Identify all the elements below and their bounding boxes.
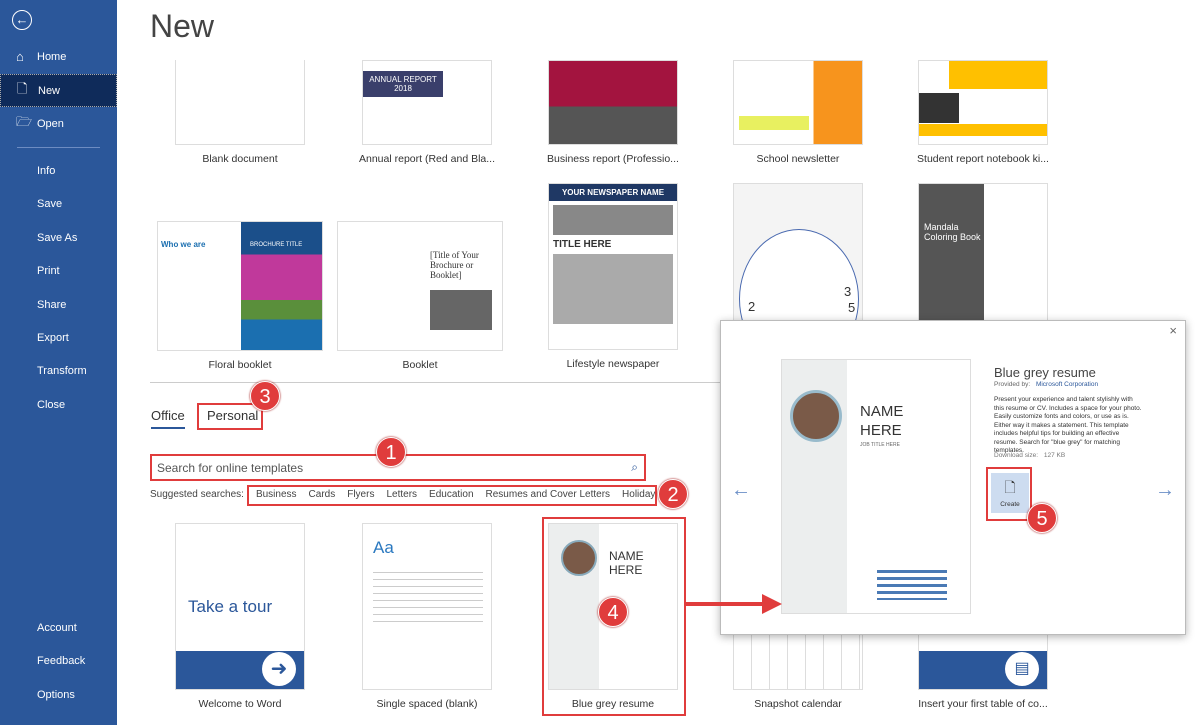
template-label: Lifestyle newspaper — [566, 358, 660, 370]
sidebar-item-open[interactable]: 🗁 Open — [0, 107, 117, 140]
template-label: Blank document — [202, 153, 278, 165]
resume-preview: NAME HERE JOB TITLE HERE — [781, 359, 971, 614]
thumb-subtitle: BROCHURE TITLE — [250, 242, 303, 248]
tab-office[interactable]: Office — [151, 408, 185, 429]
callout-2: 2 — [658, 479, 688, 509]
template-thumbnail: Who we are BROCHURE TITLE — [157, 221, 323, 351]
sidebar-item-save[interactable]: Save — [0, 187, 117, 220]
template-student-report-notebook[interactable]: Student report notebook ki... — [908, 60, 1058, 165]
thumb-title: [Title of Your Brochure or Booklet] — [430, 250, 479, 280]
template-thumbnail — [733, 60, 863, 145]
sidebar-divider — [17, 147, 100, 148]
template-lifestyle-newspaper[interactable]: YOUR NEWSPAPER NAME TITLE HERE Lifestyle n… — [538, 183, 688, 370]
calendar-number: 2 — [748, 299, 756, 314]
template-label: Business report (Professio... — [547, 153, 679, 165]
thumb-title: Who we are — [161, 240, 206, 249]
callout-box-create — [986, 467, 1032, 521]
thumb-title: Aa — [373, 538, 394, 557]
preview-job: JOB TITLE HERE — [860, 442, 900, 448]
template-blank-document[interactable]: Blank document — [165, 60, 315, 165]
sidebar-item-save-as[interactable]: Save As — [0, 221, 117, 254]
sidebar-item-export[interactable]: Export — [0, 321, 117, 354]
download-size: 127 KB — [1043, 452, 1066, 459]
dialog-title: Blue grey resume — [994, 365, 1096, 380]
thumb-title: ANNUAL REPORT 2018 — [363, 71, 443, 97]
document-icon: 🗋 — [17, 80, 28, 96]
download-size-label: Download size: — [994, 452, 1039, 459]
table-icon: ▤ — [1005, 652, 1039, 686]
sidebar-item-close[interactable]: Close — [0, 388, 117, 421]
template-label: Welcome to Word — [198, 698, 282, 710]
thumb-headline: TITLE HERE — [553, 239, 612, 250]
folder-open-icon: 🗁 — [16, 113, 33, 129]
template-thumbnail: ANNUAL REPORT 2018 — [362, 60, 492, 145]
home-icon: ⌂ — [16, 49, 24, 64]
suggested-label: Suggested searches: — [150, 489, 244, 500]
close-icon[interactable]: × — [1169, 323, 1177, 338]
template-thumbnail — [548, 60, 678, 145]
calendar-number: 3 — [844, 284, 852, 299]
callout-3: 3 — [250, 381, 280, 411]
template-label: Snapshot calendar — [754, 698, 842, 710]
callout-1: 1 — [376, 437, 406, 467]
sidebar: ← ⌂ Home 🗋 New 🗁 Open Info Save Save As Pri… — [0, 0, 117, 725]
sidebar-item-home[interactable]: ⌂ Home — [0, 40, 117, 73]
template-thumbnail: YOUR NEWSPAPER NAME TITLE HERE — [548, 183, 678, 350]
section-divider — [150, 382, 720, 383]
template-school-newsletter[interactable]: School newsletter — [723, 60, 873, 165]
next-arrow-icon[interactable]: → — [1155, 479, 1175, 502]
previous-arrow-icon[interactable]: ← — [731, 479, 751, 502]
arrow-right-icon: ➜ — [262, 652, 296, 686]
template-single-spaced[interactable]: Aa Single spaced (blank) — [352, 523, 502, 710]
sidebar-item-account[interactable]: Account — [0, 611, 117, 644]
preview-name: NAME HERE — [860, 403, 904, 439]
sidebar-item-transform[interactable]: Transform — [0, 354, 117, 387]
template-thumbnail: [Title of Your Brochure or Booklet] — [337, 221, 503, 351]
page-title: New — [150, 8, 215, 44]
template-preview-dialog: × ← → NAME HERE JOB TITLE HERE Blue grey… — [720, 320, 1186, 635]
template-label: Insert your first table of co... — [918, 698, 1048, 710]
thumb-title: Take a tour — [188, 597, 273, 616]
template-floral-booklet[interactable]: Who we are BROCHURE TITLE Floral booklet — [157, 221, 323, 371]
back-arrow-icon[interactable]: ← — [12, 10, 32, 30]
callout-box-suggested — [247, 485, 657, 506]
template-welcome-to-word[interactable]: Take a tour ➜ Welcome to Word — [165, 523, 315, 710]
sidebar-item-share[interactable]: Share — [0, 288, 117, 321]
sidebar-item-info[interactable]: Info — [0, 154, 117, 187]
template-annual-report[interactable]: ANNUAL REPORT 2018 Annual report (Red and… — [352, 60, 502, 165]
callout-box-personal — [197, 403, 263, 430]
template-thumbnail: Aa — [362, 523, 492, 690]
sidebar-item-options[interactable]: Options — [0, 678, 117, 711]
callout-4: 4 — [598, 597, 628, 627]
template-label: Annual report (Red and Bla... — [359, 153, 495, 165]
sidebar-item-print[interactable]: Print — [0, 254, 117, 287]
dialog-description: Present your experience and talent styli… — [994, 396, 1142, 454]
provider-link[interactable]: Microsoft Corporation — [1036, 381, 1098, 388]
template-booklet[interactable]: [Title of Your Brochure or Booklet] Bookl… — [337, 221, 503, 371]
template-label: Student report notebook ki... — [917, 153, 1049, 165]
template-label: School newsletter — [756, 153, 840, 165]
template-thumbnail: Take a tour ➜ — [175, 523, 305, 690]
calendar-number: 5 — [848, 300, 856, 315]
arrow-annotation — [686, 594, 782, 614]
thumb-title: YOUR NEWSPAPER NAME — [549, 184, 677, 201]
sidebar-item-new[interactable]: 🗋 New — [0, 74, 117, 107]
template-label: Booklet — [402, 359, 438, 371]
template-business-report[interactable]: Business report (Professio... — [538, 60, 688, 165]
provided-by-label: Provided by: — [994, 381, 1031, 388]
template-label: Single spaced (blank) — [376, 698, 478, 710]
template-thumbnail — [175, 60, 305, 145]
thumb-title: Mandala Coloring Book — [924, 222, 981, 242]
sidebar-item-feedback[interactable]: Feedback — [0, 644, 117, 677]
template-label: Floral booklet — [208, 359, 272, 371]
callout-5: 5 — [1027, 503, 1057, 533]
template-thumbnail — [918, 60, 1048, 145]
